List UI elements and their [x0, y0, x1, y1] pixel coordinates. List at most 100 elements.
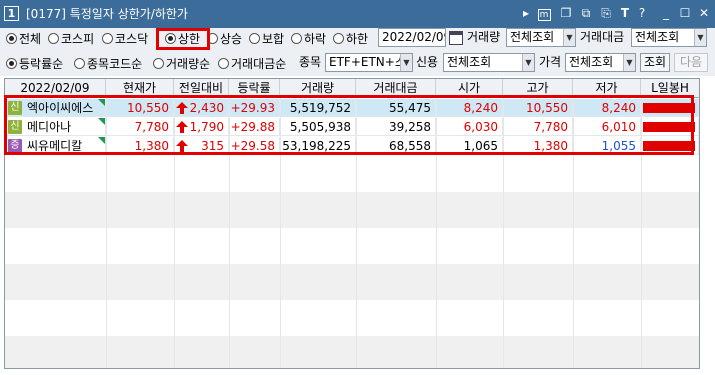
maximize-icon[interactable]: ☐	[677, 5, 693, 21]
radio-label: 하락	[304, 31, 327, 46]
radio-type-lower-limit[interactable]: 하한	[333, 29, 368, 47]
col-amount-header[interactable]: 거래대금	[356, 79, 436, 98]
radio-market-kosdaq[interactable]: 코스닥	[102, 29, 148, 47]
radio-label: 종목코드순	[87, 56, 143, 71]
m-box-icon[interactable]: m	[536, 5, 552, 21]
stock-name-cell: 신 메디아나	[5, 118, 106, 136]
open-cell: 8,240	[436, 99, 503, 117]
radio-sort-code[interactable]: 종목코드순	[74, 54, 142, 72]
table-row[interactable]: 신 메디아나 7,780 1,790 +29.88 5,505,938 39,258 6,03…	[5, 118, 699, 136]
radio-sort-amount[interactable]: 거래대금순	[218, 54, 286, 72]
col-chart-header[interactable]: L일봉H	[641, 79, 699, 98]
chevron-down-icon: ▼	[563, 29, 575, 46]
rate-value: +29.58	[230, 139, 275, 153]
col-rate-header[interactable]: 등락률	[229, 79, 280, 98]
chevron-down-icon: ▼	[623, 54, 635, 71]
radio-sort-volume[interactable]: 거래량순	[153, 54, 210, 72]
radio-dot-icon	[6, 32, 17, 44]
low-value: 6,010	[601, 120, 636, 134]
empty-row	[5, 318, 699, 336]
empty-row	[5, 210, 699, 228]
daily-candle-cell	[641, 99, 699, 117]
col-change-header[interactable]: 전일대비	[174, 79, 229, 98]
radio-label: 하한	[346, 31, 369, 46]
change-cell: 1,790	[174, 118, 229, 136]
high-value: 7,780	[533, 120, 568, 134]
col-volume-header[interactable]: 거래량	[280, 79, 356, 98]
stock-name-cell: 증 씨유메디칼	[5, 137, 106, 155]
calendar-icon[interactable]	[449, 31, 463, 45]
arrow-right-icon[interactable]: ▸	[518, 5, 534, 21]
copy-window-icon[interactable]: ⧉	[578, 5, 594, 21]
col-date-header[interactable]: 2022/02/09	[5, 79, 106, 98]
minimize-icon[interactable]: _	[658, 5, 674, 21]
open-value: 1,065	[463, 139, 498, 153]
table-header: 2022/02/09 현재가 전일대비 등락률 거래량 거래대금 시가 고가 저…	[5, 79, 699, 98]
open-cell: 6,030	[436, 118, 503, 136]
low-cell: 1,055	[573, 137, 641, 155]
date-input[interactable]: 2022/02/09	[378, 28, 446, 47]
stock-tag-badge: 증	[8, 139, 22, 153]
column-divider	[356, 98, 357, 368]
col-high-header[interactable]: 고가	[503, 79, 573, 98]
stock-select[interactable]: ETF+ETN+스팩 ▼	[325, 53, 413, 72]
volume-label: 거래량	[467, 30, 501, 44]
radio-sort-rate[interactable]: 등락률순	[6, 54, 63, 72]
volume-cell: 5,519,752	[280, 99, 356, 117]
volume-value: 5,519,752	[289, 101, 351, 115]
col-open-header[interactable]: 시가	[436, 79, 503, 98]
link-icon[interactable]: ⎘	[598, 5, 614, 21]
radio-label: 거래대금순	[231, 56, 287, 71]
radio-label: 코스닥	[115, 31, 149, 46]
filter-toolbar: 전체 코스피 코스닥 상한 상승 보합 하락 하한 2022/02/09 거래량…	[0, 28, 715, 53]
search-button[interactable]: 조회	[640, 53, 670, 72]
radio-type-upper-limit[interactable]: 상한	[165, 29, 200, 47]
amount-value: 55,475	[389, 101, 431, 115]
radio-type-rise[interactable]: 상승	[207, 29, 242, 47]
radio-type-fall[interactable]: 하락	[291, 29, 326, 47]
high-cell: 7,780	[503, 118, 573, 136]
stock-tag-badge: 신	[8, 101, 22, 115]
close-icon[interactable]: ✕	[696, 5, 712, 21]
radio-label: 등락률순	[19, 56, 64, 71]
stock-tag-badge: 신	[8, 120, 22, 134]
font-T-icon[interactable]: T	[617, 5, 633, 21]
price-cell: 7,780	[106, 118, 174, 136]
empty-row	[5, 156, 699, 174]
volume-select[interactable]: 전체조회 ▼	[506, 28, 576, 47]
next-button[interactable]: 다음	[674, 53, 708, 72]
col-low-header[interactable]: 저가	[573, 79, 641, 98]
stock-name[interactable]: 엑아이씨에스	[27, 99, 93, 117]
price-value: 10,550	[127, 101, 169, 115]
amount-value: 전체조회	[635, 30, 680, 44]
corner-marker-icon	[98, 99, 105, 106]
radio-market-kospi[interactable]: 코스피	[48, 29, 94, 47]
change-cell: 315	[174, 137, 229, 155]
low-cell: 8,240	[573, 99, 641, 117]
price-select[interactable]: 전체조회 ▼	[565, 53, 636, 72]
radio-label: 코스피	[61, 31, 95, 46]
amount-cell: 68,558	[356, 137, 436, 155]
volume-value: 53,198,225	[282, 139, 351, 153]
restore-icon[interactable]: ❐	[558, 5, 574, 21]
high-cell: 1,380	[503, 137, 573, 155]
change-cell: 2,430	[174, 99, 229, 117]
radio-type-flat[interactable]: 보합	[249, 29, 284, 47]
sort-toolbar: 등락률순 종목코드순 거래량순 거래대금순 종목 ETF+ETN+스팩 ▼ 신용 …	[0, 53, 715, 76]
corner-marker-icon	[98, 137, 105, 144]
chevron-down-icon: ▼	[694, 29, 706, 46]
radio-market-all[interactable]: 전체	[6, 29, 41, 47]
col-price-header[interactable]: 현재가	[106, 79, 174, 98]
help-icon[interactable]: ?	[634, 5, 650, 21]
credit-select[interactable]: 전체조회 ▼	[443, 53, 535, 72]
arrow-up-icon	[176, 121, 188, 133]
radio-dot-icon	[153, 57, 164, 69]
table-row[interactable]: 신 엑아이씨에스 10,550 2,430 +29.93 5,519,752 55,475 8…	[5, 99, 699, 117]
amount-select[interactable]: 전체조회 ▼	[631, 28, 707, 47]
radio-dot-icon	[74, 57, 85, 69]
stock-name[interactable]: 메디아나	[27, 118, 71, 136]
empty-row	[5, 264, 699, 282]
empty-row	[5, 246, 699, 264]
table-row[interactable]: 증 씨유메디칼 1,380 315 +29.58 53,198,225 68,558 1,06…	[5, 137, 699, 155]
stock-name[interactable]: 씨유메디칼	[27, 137, 82, 155]
